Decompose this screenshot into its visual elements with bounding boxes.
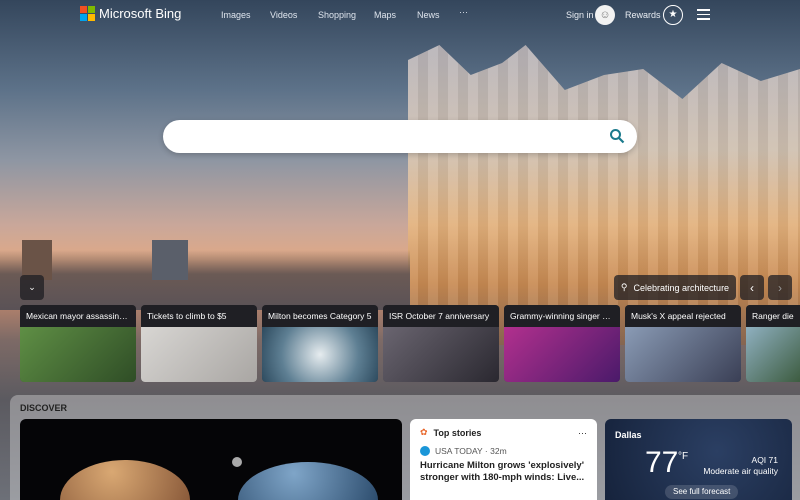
top-stories-title: Top stories xyxy=(433,427,482,438)
hero-tower xyxy=(152,240,188,280)
news-card[interactable]: ISR October 7 anniversary xyxy=(383,305,499,382)
news-card-image xyxy=(383,327,499,382)
search-box[interactable] xyxy=(163,120,637,153)
news-card-title: Milton becomes Category 5 xyxy=(262,305,378,327)
rewards-trophy-icon[interactable]: ★ xyxy=(663,5,683,25)
hero-tower xyxy=(22,240,52,280)
rewards-link[interactable]: Rewards xyxy=(625,10,661,20)
weather-card[interactable]: Dallas 77 °F AQI 71 Moderate air quality… xyxy=(605,419,792,500)
nav-images[interactable]: Images xyxy=(221,10,251,20)
news-card-title: ISR October 7 anniversary xyxy=(383,305,499,327)
sign-in-link[interactable]: Sign in xyxy=(566,10,594,20)
news-card-image xyxy=(141,327,257,382)
news-card-title: Musk's X appeal rejected xyxy=(625,305,741,327)
news-card-title: Mexican mayor assassina... xyxy=(20,305,136,327)
discover-heading: DISCOVER xyxy=(20,403,68,413)
top-stories-card: ✿ Top stories ··· USA TODAY · 32m Hurric… xyxy=(410,419,597,500)
next-image-chevron-right-icon[interactable]: › xyxy=(768,275,792,300)
hero-caption: Celebrating architecture xyxy=(633,282,730,293)
news-card[interactable]: Tickets to climb to $5 xyxy=(141,305,257,382)
news-card[interactable]: Mexican mayor assassina... xyxy=(20,305,136,382)
news-card-title: Ranger die xyxy=(746,305,800,327)
planet-image xyxy=(60,460,190,500)
hero-caption-button[interactable]: ⚲ Celebrating architecture xyxy=(614,275,736,300)
weather-unit: °F xyxy=(678,451,689,462)
menu-hamburger-icon[interactable] xyxy=(697,9,710,23)
nav-shopping[interactable]: Shopping xyxy=(318,10,356,20)
location-pin-icon: ⚲ xyxy=(620,282,628,292)
aqi-value: AQI 71 xyxy=(751,455,778,465)
nav-more[interactable]: ··· xyxy=(459,7,468,17)
prev-image-chevron-left-icon[interactable]: ‹ xyxy=(740,275,764,300)
news-carousel: Mexican mayor assassina... Tickets to cl… xyxy=(20,305,800,382)
news-card-image xyxy=(20,327,136,382)
news-card-image xyxy=(746,327,800,382)
user-avatar-icon[interactable]: ☺ xyxy=(595,5,615,25)
top-nav: Microsoft Bing Images Videos Shopping Ma… xyxy=(0,0,800,30)
news-card-title: Grammy-winning singer dies xyxy=(504,305,620,327)
bing-logo[interactable]: Microsoft Bing xyxy=(80,6,181,21)
moon-image xyxy=(232,457,242,467)
news-card[interactable]: Milton becomes Category 5 xyxy=(262,305,378,382)
news-card-title: Tickets to climb to $5 xyxy=(141,305,257,327)
news-card-image xyxy=(625,327,741,382)
flame-icon: ✿ xyxy=(420,427,428,437)
news-card[interactable]: Musk's X appeal rejected xyxy=(625,305,741,382)
weather-temp: 77 xyxy=(645,446,679,479)
search-input[interactable] xyxy=(179,128,599,143)
weather-city: Dallas xyxy=(615,430,642,440)
story-source: USA TODAY · 32m xyxy=(435,446,507,456)
more-options-button[interactable]: ··· xyxy=(578,428,587,438)
air-quality-label: Moderate air quality xyxy=(703,466,778,476)
news-card-image xyxy=(262,327,378,382)
brand-name: Microsoft Bing xyxy=(99,6,182,21)
see-forecast-button[interactable]: See full forecast xyxy=(665,485,739,499)
nav-news[interactable]: News xyxy=(417,10,440,20)
nav-videos[interactable]: Videos xyxy=(270,10,297,20)
news-card-image xyxy=(504,327,620,382)
discover-feature-card[interactable] xyxy=(20,419,402,500)
hero-building xyxy=(408,45,800,345)
hero-city xyxy=(0,250,410,310)
search-icon[interactable] xyxy=(609,128,625,144)
nav-maps[interactable]: Maps xyxy=(374,10,396,20)
news-card[interactable]: Grammy-winning singer dies xyxy=(504,305,620,382)
earth-image xyxy=(238,462,378,500)
story-headline[interactable]: Hurricane Milton grows 'explosively' str… xyxy=(420,460,587,484)
news-card[interactable]: Ranger die xyxy=(746,305,800,382)
microsoft-logo-icon xyxy=(80,6,95,21)
collapse-chevron-down-icon[interactable]: ⌄ xyxy=(20,275,44,300)
usa-today-logo-icon xyxy=(420,446,430,456)
